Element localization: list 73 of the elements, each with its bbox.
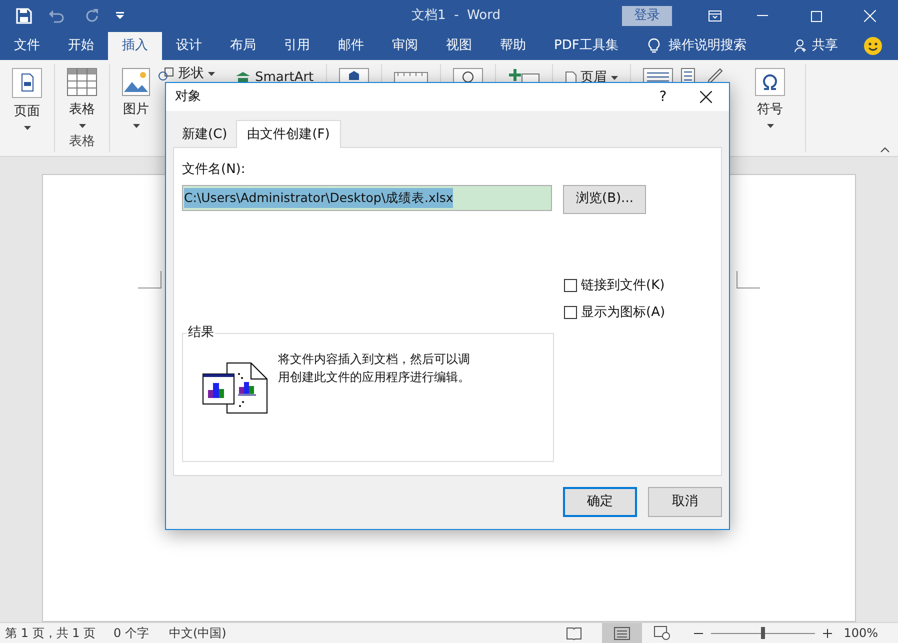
maximize-icon[interactable] xyxy=(811,10,822,22)
ribbon-tab[interactable]: 引用 xyxy=(270,32,324,60)
help-button[interactable]: ? xyxy=(643,86,683,108)
caret-icon xyxy=(24,126,30,130)
result-group-title: 结果 xyxy=(187,325,215,341)
sign-in-button[interactable]: 登录 xyxy=(622,6,672,26)
browse-button[interactable]: 浏览(B)... xyxy=(563,184,646,214)
ok-button[interactable]: 确定 xyxy=(563,487,637,517)
customize-icon[interactable] xyxy=(116,12,124,20)
ribbon-tab[interactable]: 文件 xyxy=(0,32,54,60)
ribbon-tab[interactable]: PDF工具集 xyxy=(540,32,632,60)
ribbon-tab[interactable]: 设计 xyxy=(162,32,216,60)
caret-icon xyxy=(78,124,86,128)
caret-icon xyxy=(610,76,618,80)
group-label: 表格 xyxy=(69,132,95,150)
ribbon-tab[interactable]: 插入 xyxy=(108,32,162,60)
ribbon-tab[interactable]: 视图 xyxy=(432,32,486,60)
dialog-tab[interactable]: 由文件创建(F) xyxy=(236,120,341,148)
close-icon xyxy=(700,91,712,103)
checkbox-label: 显示为图标(A) xyxy=(581,304,666,322)
caret-icon xyxy=(208,72,215,76)
ribbon-tab[interactable]: 帮助 xyxy=(486,32,540,60)
dialog-tab[interactable]: 新建(C) xyxy=(173,123,236,147)
ribbon-tab[interactable]: 审阅 xyxy=(378,32,432,60)
redo-icon[interactable] xyxy=(84,8,100,24)
zoom-thumb[interactable] xyxy=(760,627,765,639)
language-status: 中文(中国) xyxy=(168,625,226,642)
picture-icon xyxy=(122,68,150,96)
signature-icon xyxy=(706,68,725,84)
result-description: 将文件内容插入到文档，然后可以调用创建此文件的应用程序进行编辑。 xyxy=(278,351,471,386)
close-icon[interactable] xyxy=(864,10,876,22)
person-icon xyxy=(794,39,808,53)
window-title: 文档1 - Word xyxy=(410,7,500,26)
ribbon-tab[interactable]: 开始 xyxy=(54,32,108,60)
lightbulb-icon xyxy=(648,38,660,54)
margin-mark xyxy=(138,271,162,289)
margin-mark xyxy=(736,271,760,289)
table-icon xyxy=(67,68,97,96)
file-name-label: 文件名(N): xyxy=(182,161,246,179)
read-mode-icon[interactable] xyxy=(566,626,582,640)
caret-icon xyxy=(766,124,774,128)
tell-me-search[interactable]: 操作说明搜索 xyxy=(668,36,746,56)
ribbon-tab[interactable]: 布局 xyxy=(216,32,270,60)
symbol-button[interactable]: 符号 xyxy=(747,64,793,128)
embedded-file-icon xyxy=(202,362,268,414)
zoom-percent[interactable]: 100% xyxy=(844,624,878,642)
minimize-icon[interactable] xyxy=(757,15,768,17)
caret-icon xyxy=(132,124,140,128)
zoom-in-icon[interactable] xyxy=(822,628,832,638)
ribbon-tab[interactable]: 邮件 xyxy=(324,32,378,60)
checkbox-label: 链接到文件(K) xyxy=(581,277,665,295)
save-icon[interactable] xyxy=(16,8,32,24)
checkbox[interactable] xyxy=(564,279,577,292)
picture-button[interactable]: 图片 xyxy=(114,64,158,128)
shapes-icon xyxy=(158,66,174,81)
web-layout-icon[interactable] xyxy=(654,626,670,640)
ribbon-display-icon[interactable] xyxy=(708,10,722,22)
page-icon xyxy=(12,68,42,98)
cancel-button[interactable]: 取消 xyxy=(648,487,722,517)
page-button[interactable]: 页面 xyxy=(4,64,50,130)
page-count: 第 1 页，共 1 页 xyxy=(4,625,96,642)
shapes-button[interactable]: 形状 xyxy=(158,64,215,84)
checkbox[interactable] xyxy=(564,306,577,319)
share-button[interactable]: 共享 xyxy=(794,32,838,60)
print-layout-icon[interactable] xyxy=(614,626,630,640)
collapse-ribbon-icon[interactable] xyxy=(880,147,890,153)
omega-icon xyxy=(755,68,785,96)
word-count: 0 个字 xyxy=(114,625,149,642)
table-button[interactable]: 表格 xyxy=(59,64,105,128)
dialog-title: 对象 xyxy=(175,88,202,106)
file-name-field[interactable]: C:\Users\Administrator\Desktop\成绩表.xlsx xyxy=(182,184,552,210)
zoom-slider[interactable] xyxy=(710,627,815,639)
smiley-icon[interactable] xyxy=(864,37,882,55)
